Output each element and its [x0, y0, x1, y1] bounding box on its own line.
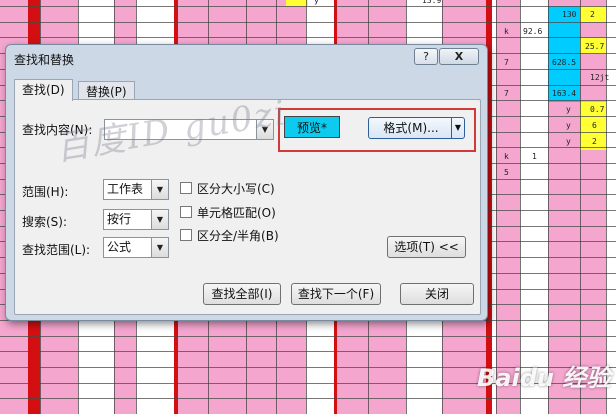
sheet-cell: 25.7: [585, 42, 605, 51]
find-all-button[interactable]: 查找全部(I): [203, 283, 281, 305]
match-byte-width-label: 区分全/半角(B): [197, 229, 279, 243]
sheet-cell: y: [566, 121, 571, 130]
close-icon[interactable]: X: [439, 48, 479, 65]
sheet-cell: 92.6: [523, 27, 543, 36]
sheet-column-line: [520, 0, 521, 414]
chevron-down-icon[interactable]: ▼: [151, 180, 168, 199]
sheet-cell: k: [504, 152, 509, 161]
search-select[interactable]: 按行 ▼: [103, 209, 169, 230]
sheet-row-line: [0, 351, 616, 352]
sheet-column-line: [496, 0, 497, 414]
sheet-row-line: [0, 336, 616, 337]
look-in-select[interactable]: 公式 ▼: [103, 237, 169, 258]
sheet-row-line: [0, 6, 616, 7]
match-case-label: 区分大小写(C): [197, 182, 275, 196]
sheet-cell: 2: [592, 137, 597, 146]
chevron-down-icon[interactable]: ▼: [151, 238, 168, 257]
search-value: 按行: [107, 212, 132, 226]
sheet-column-line: [606, 0, 607, 414]
sheet-cell: y: [566, 105, 571, 114]
checkbox-icon[interactable]: [180, 182, 192, 194]
annotation-highlight-box: [278, 108, 476, 152]
close-button[interactable]: 关闭: [400, 283, 474, 305]
within-select[interactable]: 工作表 ▼: [103, 179, 169, 200]
sheet-cell: 5: [504, 168, 509, 177]
sheet-cell: 163.4: [552, 89, 577, 98]
sheet-cell: 0.7: [590, 105, 605, 114]
sheet-cell: y: [566, 137, 571, 146]
sheet-cell: 628.5: [552, 58, 577, 67]
sheet-column-line: [548, 0, 549, 414]
find-replace-dialog: 查找和替换 ? X 查找(D) 替换(P) 查找内容(N): ▼ 预览* 格式(…: [5, 44, 488, 321]
checkbox-icon[interactable]: [180, 206, 192, 218]
find-what-input[interactable]: ▼: [104, 119, 274, 140]
sheet-cell: y: [314, 0, 319, 5]
within-value: 工作表: [107, 182, 144, 196]
sheet-cell: 6: [592, 121, 597, 130]
find-what-label: 查找内容(N):: [22, 123, 93, 137]
sheet-cell: 7: [504, 58, 509, 67]
search-label: 搜索(S):: [22, 215, 68, 229]
chevron-down-icon[interactable]: ▼: [256, 120, 273, 139]
sheet-cell: 12jt: [590, 73, 610, 82]
match-case-checkbox[interactable]: 区分大小写(C): [180, 180, 275, 197]
find-next-button[interactable]: 查找下一个(F): [291, 283, 381, 305]
match-entire-cell-checkbox[interactable]: 单元格匹配(O): [180, 204, 276, 221]
match-byte-width-checkbox[interactable]: 区分全/半角(B): [180, 227, 279, 244]
sheet-cell: k: [504, 27, 509, 36]
match-entire-cell-label: 单元格匹配(O): [197, 206, 276, 220]
help-button[interactable]: ?: [414, 48, 438, 65]
dialog-title: 查找和替换: [14, 53, 75, 67]
sheet-cell: 1: [532, 152, 537, 161]
within-label: 范围(H):: [22, 185, 69, 199]
sheet-cell: 7: [504, 89, 509, 98]
baidu-jingyan-logo: Baidu 经验: [477, 364, 611, 392]
look-in-label: 查找范围(L):: [22, 243, 91, 257]
options-toggle-button[interactable]: 选项(T) <<: [387, 236, 466, 258]
sheet-cell: 13.9: [422, 0, 442, 5]
sheet-cell: 130: [562, 10, 577, 19]
sheet-cell: 2: [590, 10, 595, 19]
chevron-down-icon[interactable]: ▼: [151, 210, 168, 229]
checkbox-icon[interactable]: [180, 229, 192, 241]
sheet-column-line: [580, 0, 581, 414]
sheet-row-line: [0, 22, 616, 23]
look-in-value: 公式: [107, 240, 132, 254]
sheet-row-line: [0, 398, 616, 399]
tab-find[interactable]: 查找(D): [14, 79, 73, 101]
